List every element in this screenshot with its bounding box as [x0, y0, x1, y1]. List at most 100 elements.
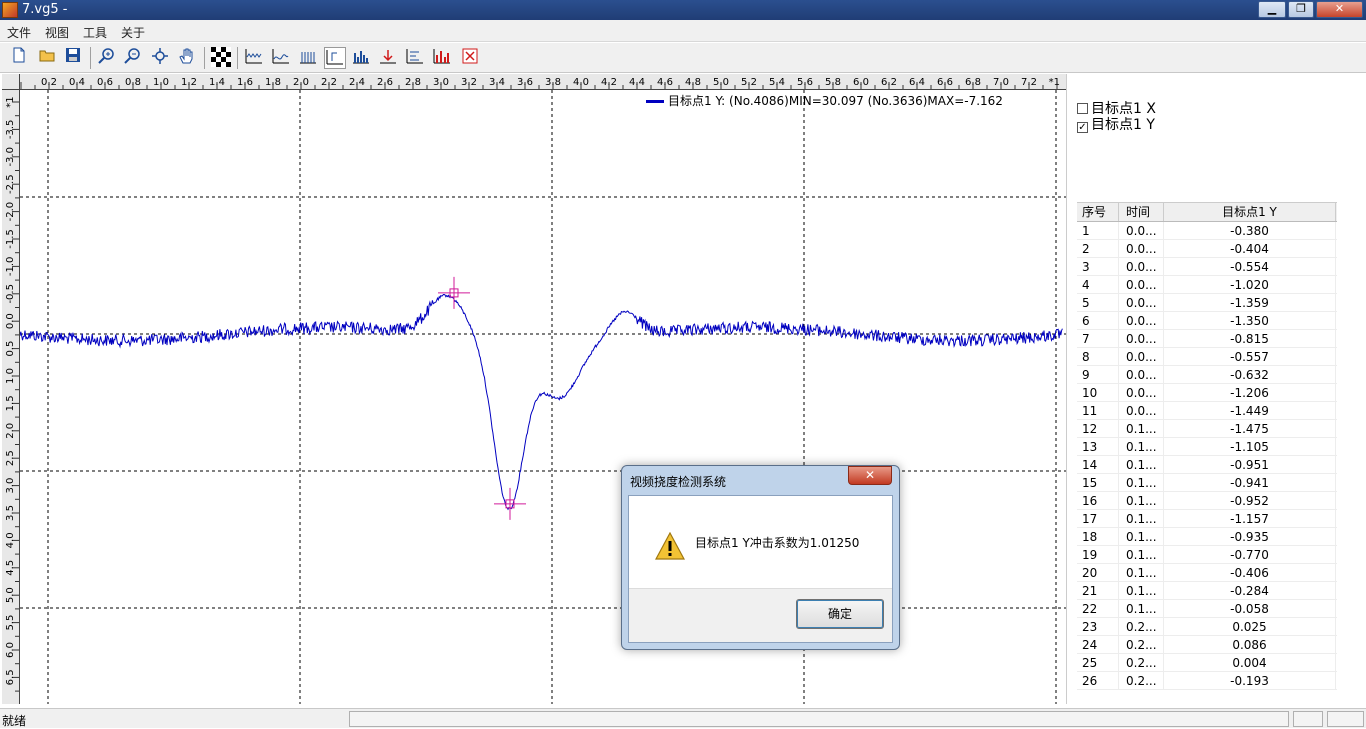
- cell-time: 0.2...: [1119, 672, 1164, 689]
- column-header-time[interactable]: 时间: [1119, 203, 1164, 221]
- table-row[interactable]: 1 0.0... -0.380: [1077, 222, 1337, 240]
- dialog-close-button[interactable]: ✕: [848, 466, 892, 485]
- menu-tools[interactable]: 工具: [83, 24, 107, 41]
- table-row[interactable]: 2 0.0... -0.404: [1077, 240, 1337, 258]
- ruler-label: 1.6: [237, 77, 253, 88]
- table-row[interactable]: 16 0.1... -0.952: [1077, 492, 1337, 510]
- zoom-out-icon[interactable]: [122, 47, 144, 69]
- histogram-icon[interactable]: [431, 47, 453, 69]
- cell-value: -0.554: [1164, 258, 1336, 275]
- ok-button[interactable]: 确定: [796, 599, 884, 629]
- cell-index: 18: [1077, 528, 1119, 545]
- table-row[interactable]: 17 0.1... -1.157: [1077, 510, 1337, 528]
- open-folder-icon[interactable]: [36, 47, 58, 69]
- save-icon[interactable]: [62, 47, 84, 69]
- ruler-label: -3.5: [5, 120, 16, 140]
- horizontal-ruler: 0.2 0.4 0.6 0.8 1.0 1.2 1.4 1.6 1.8 2.0 2.2 2.4 2.6 2…: [20, 74, 1066, 90]
- checkbox-box[interactable]: ✓: [1077, 122, 1088, 133]
- ruler-label: -1.5: [5, 229, 16, 249]
- ruler-label: 0.6: [97, 77, 113, 88]
- table-row[interactable]: 10 0.0... -1.206: [1077, 384, 1337, 402]
- cell-time: 0.1...: [1119, 546, 1164, 563]
- legend-swatch: [646, 100, 664, 103]
- ruler-label: 3.0: [5, 478, 16, 494]
- pan-hand-icon[interactable]: [176, 47, 198, 69]
- ruler-label: 1.0: [153, 77, 169, 88]
- table-row[interactable]: 25 0.2... 0.004: [1077, 654, 1337, 672]
- table-row[interactable]: 11 0.0... -1.449: [1077, 402, 1337, 420]
- table-row[interactable]: 18 0.1... -0.935: [1077, 528, 1337, 546]
- data-panel: 目标点1 X ✓ 目标点1 Y 序号 时间 目标点1 Y 1 0.0... -0.38…: [1066, 74, 1366, 704]
- new-file-icon[interactable]: [8, 47, 30, 69]
- cell-value: -1.206: [1164, 384, 1336, 401]
- table-row[interactable]: 23 0.2... 0.025: [1077, 618, 1337, 636]
- dialog-title: 视频挠度检测系统: [630, 475, 727, 489]
- app-icon: [2, 2, 18, 18]
- window-title: 7.vg5 -: [22, 2, 68, 17]
- toolbar: [0, 43, 1366, 73]
- menu-about[interactable]: 关于: [121, 24, 145, 41]
- ruler-label: 5.6: [797, 77, 813, 88]
- cell-time: 0.0...: [1119, 258, 1164, 275]
- column-header-value[interactable]: 目标点1 Y: [1164, 203, 1336, 221]
- wave-icon-1[interactable]: [243, 47, 265, 69]
- checkerboard-icon[interactable]: [210, 47, 232, 69]
- ruler-label: 5.0: [5, 587, 16, 603]
- checkbox-box[interactable]: [1077, 103, 1088, 114]
- marker-icon[interactable]: [377, 47, 399, 69]
- menu-file[interactable]: 文件: [7, 24, 31, 41]
- cell-index: 7: [1077, 330, 1119, 347]
- table-row[interactable]: 5 0.0... -1.359: [1077, 294, 1337, 312]
- cell-index: 24: [1077, 636, 1119, 653]
- table-row[interactable]: 12 0.1... -1.475: [1077, 420, 1337, 438]
- cell-value: -0.284: [1164, 582, 1336, 599]
- table-row[interactable]: 21 0.1... -0.284: [1077, 582, 1337, 600]
- cell-index: 12: [1077, 420, 1119, 437]
- table-row[interactable]: 24 0.2... 0.086: [1077, 636, 1337, 654]
- ruler-label: -2.5: [5, 174, 16, 194]
- cell-time: 0.0...: [1119, 348, 1164, 365]
- table-row[interactable]: 4 0.0... -1.020: [1077, 276, 1337, 294]
- toolbar-separator: [204, 47, 205, 69]
- close-window-button[interactable]: ✕: [1316, 1, 1363, 18]
- ruler-label: 0.2: [41, 77, 57, 88]
- ruler-label: 4.0: [5, 532, 16, 548]
- table-row[interactable]: 19 0.1... -0.770: [1077, 546, 1337, 564]
- cell-value: 0.004: [1164, 654, 1336, 671]
- wave-icon-2[interactable]: [270, 47, 292, 69]
- ruler-label: 4.4: [629, 77, 645, 88]
- maximize-button[interactable]: ❐: [1288, 1, 1314, 18]
- delete-icon[interactable]: [459, 47, 481, 69]
- table-row[interactable]: 7 0.0... -0.815: [1077, 330, 1337, 348]
- table-row[interactable]: 26 0.2... -0.193: [1077, 672, 1337, 690]
- table-row[interactable]: 8 0.0... -0.557: [1077, 348, 1337, 366]
- table-row[interactable]: 22 0.1... -0.058: [1077, 600, 1337, 618]
- fit-view-icon[interactable]: [149, 47, 171, 69]
- cell-time: 0.0...: [1119, 222, 1164, 239]
- cell-value: -0.952: [1164, 492, 1336, 509]
- cursor-icon[interactable]: [324, 47, 346, 69]
- bars-icon-2[interactable]: [350, 47, 372, 69]
- table-row[interactable]: 9 0.0... -0.632: [1077, 366, 1337, 384]
- table-row[interactable]: 20 0.1... -0.406: [1077, 564, 1337, 582]
- menu-view[interactable]: 视图: [45, 24, 69, 41]
- ruler-label: 3.2: [461, 77, 477, 88]
- table-row[interactable]: 6 0.0... -1.350: [1077, 312, 1337, 330]
- text-icon[interactable]: [404, 47, 426, 69]
- column-header-index[interactable]: 序号: [1077, 203, 1119, 221]
- table-row[interactable]: 14 0.1... -0.951: [1077, 456, 1337, 474]
- table-row[interactable]: 3 0.0... -0.554: [1077, 258, 1337, 276]
- ruler-label: 2.4: [349, 77, 365, 88]
- cell-value: 0.086: [1164, 636, 1336, 653]
- table-row[interactable]: 13 0.1... -1.105: [1077, 438, 1337, 456]
- cell-value: -0.951: [1164, 456, 1336, 473]
- status-bar: 就绪: [0, 708, 1366, 728]
- bars-icon-1[interactable]: [297, 47, 319, 69]
- table-row[interactable]: 15 0.1... -0.941: [1077, 474, 1337, 492]
- plot-area[interactable]: 目标点1 Y: (No.4086)MIN=30.097 (No.3636)MAX…: [20, 90, 1066, 704]
- checkbox-target1-y[interactable]: ✓ 目标点1 Y: [1077, 114, 1155, 134]
- zoom-in-icon[interactable]: [96, 47, 118, 69]
- cell-index: 2: [1077, 240, 1119, 257]
- minimize-button[interactable]: ▁: [1258, 1, 1286, 18]
- cell-index: 11: [1077, 402, 1119, 419]
